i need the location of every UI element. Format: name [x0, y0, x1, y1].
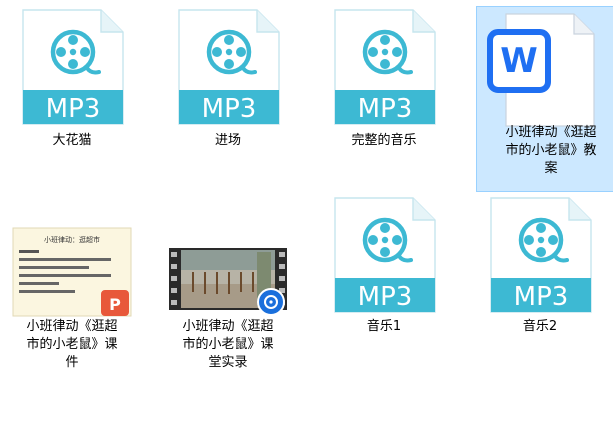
- file-name-label: 完整的音乐: [351, 133, 417, 148]
- file-name-label: 小班律动《逛超 市的小老鼠》教 案: [505, 125, 597, 176]
- file-name-label: 音乐1: [366, 319, 402, 334]
- svg-text:P: P: [109, 295, 121, 314]
- music-file-icon: MP3: [309, 194, 459, 324]
- svg-text:W: W: [500, 41, 538, 81]
- file-name-label: 小班律动《逛超 市的小老鼠》课 件: [26, 319, 118, 370]
- file-name-label: 小班律动《逛超 市的小老鼠》课 堂实录: [182, 319, 274, 370]
- file-name-label: 音乐2: [522, 319, 558, 334]
- mp3-badge-text: MP3: [358, 94, 413, 124]
- music-file-icon: MP3: [465, 194, 613, 324]
- music-file-icon: MP3: [0, 6, 147, 136]
- file-name-label: 大花猫: [52, 133, 92, 148]
- mp3-badge-text: MP3: [46, 94, 101, 124]
- mp3-badge-text: MP3: [202, 94, 257, 124]
- mp3-badge-text: MP3: [514, 282, 569, 312]
- svg-text:小班律动：逛超市: 小班律动：逛超市: [44, 235, 100, 244]
- music-file-icon: MP3: [309, 6, 459, 136]
- file-name-label: 进场: [214, 133, 241, 148]
- mp3-badge-text: MP3: [358, 282, 413, 312]
- word-document-icon: W: [476, 6, 613, 136]
- music-file-icon: MP3: [153, 6, 303, 136]
